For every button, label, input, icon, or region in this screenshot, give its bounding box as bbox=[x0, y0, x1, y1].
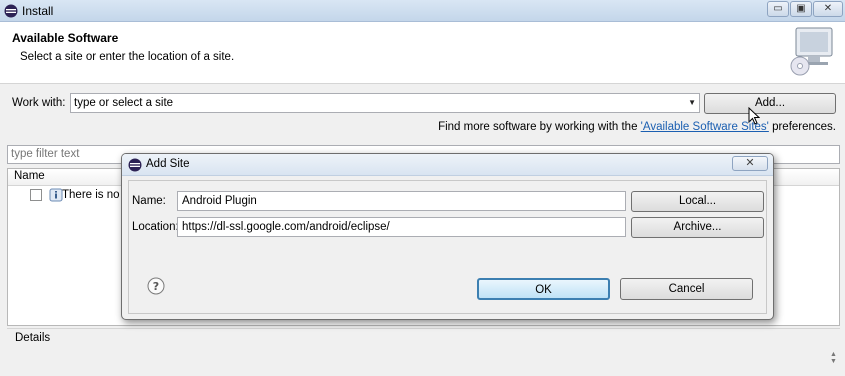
dialog-title: Add Site bbox=[146, 158, 190, 170]
location-field[interactable]: https://dl-ssl.google.com/android/eclips… bbox=[177, 217, 626, 237]
maximize-button[interactable]: ▣ bbox=[790, 1, 812, 17]
page-title: Available Software bbox=[12, 31, 119, 45]
ok-button-label: OK bbox=[535, 284, 552, 296]
add-site-dialog: Add Site ✕ Name: Android Plugin Local...… bbox=[121, 153, 774, 320]
close-button[interactable]: ✕ bbox=[813, 1, 843, 17]
add-button[interactable]: Add... bbox=[704, 93, 836, 114]
details-scrollbar[interactable]: ▲ ▼ bbox=[829, 351, 838, 365]
find-more-suffix: preferences. bbox=[768, 121, 836, 133]
monitor-cd-icon bbox=[790, 27, 833, 76]
cancel-button-label: Cancel bbox=[668, 283, 705, 295]
ok-button[interactable]: OK bbox=[477, 278, 610, 300]
location-label: Location: bbox=[132, 221, 179, 233]
header-banner: Available Software Select a site or ente… bbox=[0, 22, 845, 84]
chevron-down-icon[interactable]: ▼ bbox=[688, 98, 696, 107]
cancel-button[interactable]: Cancel bbox=[620, 278, 753, 300]
eclipse-icon bbox=[128, 158, 142, 172]
svg-text:?: ? bbox=[153, 280, 159, 293]
dialog-title-bar: Add Site ✕ bbox=[122, 154, 773, 176]
info-icon bbox=[49, 188, 63, 202]
details-label: Details bbox=[15, 332, 51, 344]
name-label: Name: bbox=[132, 195, 166, 207]
help-icon[interactable]: ? bbox=[147, 277, 165, 295]
page-subtitle: Select a site or enter the location of a… bbox=[20, 51, 235, 63]
work-with-label: Work with: bbox=[12, 97, 66, 109]
details-section: Details ▲ ▼ bbox=[7, 328, 840, 376]
window-title-bar: Install ▭ ▣ ✕ bbox=[0, 0, 845, 22]
archive-button-label: Archive... bbox=[673, 221, 722, 233]
dialog-body: Name: Android Plugin Local... Location: … bbox=[128, 180, 767, 314]
name-field[interactable]: Android Plugin bbox=[177, 191, 626, 211]
filter-placeholder: type filter text bbox=[11, 148, 80, 160]
row-checkbox[interactable] bbox=[30, 189, 42, 201]
work-with-value: type or select a site bbox=[74, 97, 174, 109]
local-button-label: Local... bbox=[678, 195, 717, 207]
archive-button[interactable]: Archive... bbox=[631, 217, 764, 238]
find-more-prefix: Find more software by working with the bbox=[438, 121, 641, 133]
dialog-close-button[interactable]: ✕ bbox=[732, 156, 768, 171]
column-name-header[interactable]: Name bbox=[14, 170, 45, 182]
row-text: There is no s bbox=[62, 189, 129, 201]
work-with-combo[interactable]: type or select a site ▼ bbox=[70, 93, 700, 113]
available-software-sites-link[interactable]: 'Available Software Sites' bbox=[641, 121, 769, 133]
window-title: Install bbox=[22, 4, 54, 18]
find-more-text: Find more software by working with the '… bbox=[438, 121, 836, 133]
local-button[interactable]: Local... bbox=[631, 191, 764, 212]
location-value: https://dl-ssl.google.com/android/eclips… bbox=[182, 221, 390, 233]
minimize-button[interactable]: ▭ bbox=[767, 1, 789, 17]
eclipse-icon bbox=[4, 4, 18, 18]
name-value: Android Plugin bbox=[182, 195, 257, 207]
